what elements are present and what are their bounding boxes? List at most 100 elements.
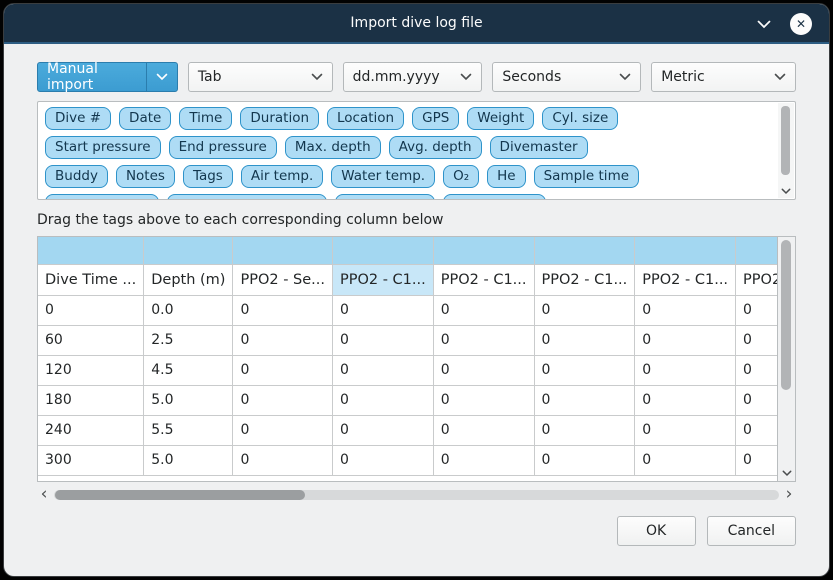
- column-tag[interactable]: Start pressure: [45, 136, 161, 159]
- table-cell: 5.0: [144, 445, 233, 475]
- column-tag[interactable]: He: [487, 165, 525, 188]
- column-tag[interactable]: Weight: [467, 107, 534, 130]
- table-row: 3005.0000000: [38, 445, 778, 475]
- drop-target-cell[interactable]: [433, 237, 534, 264]
- date-format-select[interactable]: dd.mm.yyyy: [343, 62, 483, 92]
- drop-target-cell[interactable]: [736, 237, 778, 264]
- table-cell: 0: [233, 355, 333, 385]
- table-horizontal-scrollbar[interactable]: ‹ ›: [37, 487, 796, 503]
- header-row: Dive Time ...Depth (m)PPO2 - Se...PPO2 -…: [38, 264, 778, 295]
- window-title: Import dive log file: [350, 15, 482, 31]
- table-cell: 0: [233, 445, 333, 475]
- column-header[interactable]: PPO2 - C1...: [433, 264, 534, 295]
- table-cell: 0: [635, 325, 736, 355]
- table-cell: 0: [635, 415, 736, 445]
- table-cell: 300: [38, 445, 144, 475]
- column-header[interactable]: PPO2: [736, 264, 778, 295]
- chevron-down-icon: [146, 63, 168, 91]
- scroll-down-icon[interactable]: [778, 470, 795, 477]
- scrollbar-thumb[interactable]: [781, 106, 790, 175]
- column-tag[interactable]: Buddy: [45, 165, 108, 188]
- units-select[interactable]: Metric: [651, 62, 796, 92]
- table-cell: 0: [233, 415, 333, 445]
- drop-target-cell[interactable]: [332, 237, 433, 264]
- scroll-right-icon[interactable]: ›: [782, 486, 796, 502]
- scroll-down-icon[interactable]: [778, 188, 794, 195]
- table-cell: 0: [736, 385, 778, 415]
- column-tag[interactable]: Sample CNS: [443, 194, 546, 200]
- field-separator-select[interactable]: Tab: [188, 62, 333, 92]
- duration-format-value: Seconds: [502, 69, 561, 85]
- close-icon: ✕: [796, 17, 806, 31]
- table-cell: 0: [534, 355, 635, 385]
- column-tag[interactable]: Sample time: [534, 165, 639, 188]
- scrollbar-thumb[interactable]: [781, 240, 791, 390]
- table-cell: 0: [534, 415, 635, 445]
- table-cell: 0: [233, 325, 333, 355]
- table-cell: 0: [635, 355, 736, 385]
- column-tag[interactable]: Location: [327, 107, 404, 130]
- cancel-button[interactable]: Cancel: [707, 516, 796, 546]
- preview-table-area: Dive Time ...Depth (m)PPO2 - Se...PPO2 -…: [37, 236, 796, 482]
- column-tag[interactable]: Sample temperature: [167, 194, 327, 200]
- column-tag[interactable]: GPS: [412, 107, 459, 130]
- drop-target-cell[interactable]: [534, 237, 635, 264]
- import-dialog: Import dive log file ✕ Manual import Tab…: [3, 3, 830, 577]
- table-cell: 0: [332, 295, 433, 325]
- table-vertical-scrollbar[interactable]: [778, 236, 796, 482]
- ok-button[interactable]: OK: [617, 516, 696, 546]
- column-tag[interactable]: Max. depth: [285, 136, 381, 159]
- chevron-down-icon[interactable]: [757, 20, 771, 29]
- table-row: 602.5000000: [38, 325, 778, 355]
- table-cell: 0: [433, 445, 534, 475]
- column-tag[interactable]: Water temp.: [331, 165, 435, 188]
- drop-row: [38, 237, 778, 264]
- tag-scrollbar[interactable]: [778, 103, 794, 198]
- close-button[interactable]: ✕: [790, 13, 812, 35]
- units-value: Metric: [661, 69, 705, 85]
- titlebar[interactable]: Import dive log file ✕: [4, 4, 829, 44]
- table-cell: 0: [433, 325, 534, 355]
- table-cell: 0: [332, 325, 433, 355]
- column-header[interactable]: PPO2 - C1...: [332, 264, 433, 295]
- column-tag[interactable]: Date: [119, 107, 171, 130]
- drop-target-cell[interactable]: [635, 237, 736, 264]
- table-cell: 5.0: [144, 385, 233, 415]
- column-header[interactable]: PPO2 - C1...: [534, 264, 635, 295]
- drop-target-cell[interactable]: [38, 237, 144, 264]
- import-mode-select[interactable]: Manual import: [37, 62, 178, 92]
- column-tag[interactable]: Sample depth: [45, 194, 159, 200]
- column-tag[interactable]: Avg. depth: [389, 136, 482, 159]
- column-tag[interactable]: Air temp.: [241, 165, 323, 188]
- chevron-down-icon: [619, 63, 631, 91]
- chevron-down-icon: [311, 63, 323, 91]
- table-cell: 5.5: [144, 415, 233, 445]
- dialog-content: Manual import Tab dd.mm.yyyy Seconds Met…: [4, 44, 829, 546]
- table-cell: 0: [233, 385, 333, 415]
- column-tag[interactable]: Notes: [116, 165, 175, 188]
- column-tag[interactable]: Cyl. size: [542, 107, 618, 130]
- column-tag[interactable]: Time: [179, 107, 232, 130]
- dialog-buttons: OK Cancel: [37, 516, 796, 546]
- table-cell: 0: [332, 445, 433, 475]
- table-row: 1204.5000000: [38, 355, 778, 385]
- drop-target-cell[interactable]: [233, 237, 333, 264]
- table-cell: 240: [38, 415, 144, 445]
- column-tag[interactable]: Divemaster: [490, 136, 588, 159]
- column-tag[interactable]: Tags: [183, 165, 233, 188]
- column-tag[interactable]: Dive #: [45, 107, 111, 130]
- scroll-left-icon[interactable]: ‹: [37, 486, 51, 502]
- column-header[interactable]: PPO2 - C1...: [635, 264, 736, 295]
- table-body: 00.0000000602.50000001204.50000001805.00…: [38, 295, 778, 475]
- column-header[interactable]: Depth (m): [144, 264, 233, 295]
- column-tag[interactable]: End pressure: [169, 136, 277, 159]
- field-separator-value: Tab: [198, 69, 222, 85]
- scrollbar-thumb[interactable]: [55, 490, 305, 500]
- column-header[interactable]: PPO2 - Se...: [233, 264, 333, 295]
- column-header[interactable]: Dive Time ...: [38, 264, 144, 295]
- column-tag[interactable]: O₂: [443, 165, 479, 188]
- duration-format-select[interactable]: Seconds: [492, 62, 641, 92]
- drop-target-cell[interactable]: [144, 237, 233, 264]
- column-tag[interactable]: Sample pO₂: [335, 194, 435, 200]
- column-tag[interactable]: Duration: [240, 107, 319, 130]
